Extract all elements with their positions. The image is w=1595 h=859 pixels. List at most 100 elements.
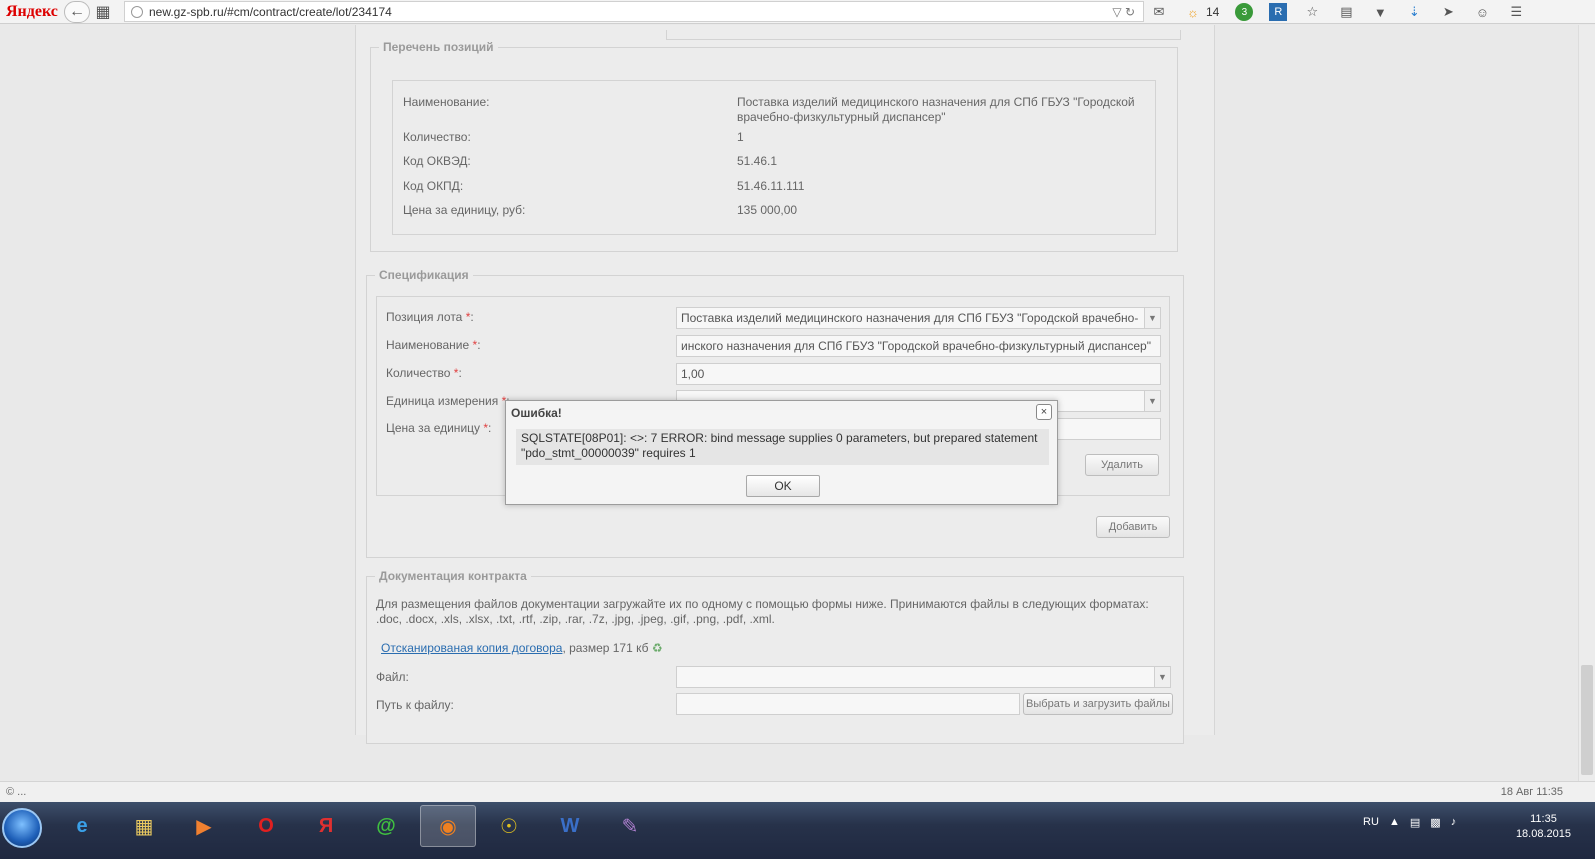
firefox-icon[interactable]: ◉ xyxy=(420,805,476,847)
counter-icon[interactable]: 3 xyxy=(1235,3,1254,21)
chat-icon[interactable]: ☺ xyxy=(1473,3,1491,21)
clipboard-icon[interactable]: ▤ xyxy=(1337,3,1355,21)
tray-icons: ▲ ▤ ▩ ♪ xyxy=(1389,816,1456,829)
name-label: Наименование *: xyxy=(386,338,481,352)
qty-label: Количество *: xyxy=(386,366,462,380)
clock-date: 18.08.2015 xyxy=(1515,828,1571,840)
lot-position-label: Позиция лота *: xyxy=(386,310,474,324)
scrollbar-thumb[interactable] xyxy=(1581,665,1593,775)
position-row-okved: Код ОКВЭД: 51.46.1 xyxy=(403,154,777,169)
paint-icon[interactable]: ✎ xyxy=(602,805,658,847)
extension-icons: ✉ ☼ 14 3 R ☆ ▤ ▼ ⇣ ➤ ☺ ☰ xyxy=(1150,0,1525,24)
dialog-title: Ошибка! xyxy=(511,406,562,420)
label-colon: : xyxy=(470,310,474,324)
qty-input[interactable]: 1,00 xyxy=(676,363,1161,385)
chevron-down-icon[interactable]: ▼ xyxy=(1144,308,1160,328)
mail-icon[interactable]: ✉ xyxy=(1150,3,1168,21)
name-input[interactable]: инского назначения для СПб ГБУЗ "Городск… xyxy=(676,335,1161,357)
back-icon[interactable]: ← xyxy=(64,0,90,23)
position-value: 51.46.1 xyxy=(737,154,778,168)
address-bar[interactable]: new.gz-spb.ru/#cm/contract/create/lot/23… xyxy=(124,1,1144,22)
price-label: Цена за единицу *: xyxy=(386,421,491,435)
form-container: Перечень позиций Наименование: Поставка … xyxy=(355,25,1215,744)
yandex-browser-icon[interactable]: Я xyxy=(298,805,354,847)
word-icon[interactable]: W xyxy=(542,805,598,847)
position-row-okpd: Код ОКПД: 51.46.11.111 xyxy=(403,179,804,194)
lot-position-select[interactable]: Поставка изделий медицинского назначения… xyxy=(676,307,1161,329)
language-indicator[interactable]: RU xyxy=(1363,816,1379,828)
close-icon[interactable]: × xyxy=(1036,404,1052,420)
status-datetime: 18 Авг 11:35 xyxy=(1500,786,1563,798)
position-label: Код ОКВЭД: xyxy=(403,154,471,168)
position-label: Код ОКПД: xyxy=(403,179,464,193)
add-button[interactable]: Добавить xyxy=(1096,516,1170,538)
error-dialog: Ошибка! × SQLSTATE[08P01]: <>: 7 ERROR: … xyxy=(505,400,1058,505)
status-bar: © ... 18 Авг 11:35 xyxy=(0,781,1595,802)
spec-legend: Спецификация xyxy=(379,268,469,282)
tray-volume-icon[interactable]: ♪ xyxy=(1451,816,1457,829)
name-label-text: Наименование xyxy=(386,338,470,352)
position-value: Поставка изделий медицинского назначения… xyxy=(737,95,1135,124)
lot-position-label-text: Позиция лота xyxy=(386,310,463,324)
bookmark-r-icon[interactable]: R xyxy=(1269,3,1288,21)
unit-label-text: Единица измерения xyxy=(386,394,499,408)
explorer-icon[interactable]: ▦ xyxy=(116,805,172,847)
clock-time: 11:35 xyxy=(1530,813,1557,825)
position-label: Количество: xyxy=(403,130,471,144)
weather-icon[interactable]: ☼ xyxy=(1184,3,1202,21)
pocket-icon[interactable]: ▼ xyxy=(1371,3,1389,21)
path-input[interactable] xyxy=(676,693,1020,715)
reload-icon[interactable]: ▽ ↻ xyxy=(1112,5,1135,19)
docs-legend: Документация контракта xyxy=(379,569,527,583)
taskbar: e ▦ ▶ O Я @ ◉ ☉ W ✎ RU ▲ ▤ ▩ ♪ 11:35 18.… xyxy=(0,802,1595,859)
price-label-text: Цена за единицу xyxy=(386,421,481,435)
chevron-down-icon[interactable]: ▼ xyxy=(1154,667,1170,687)
upload-button[interactable]: Выбрать и загрузить файлы xyxy=(1023,693,1173,715)
download-icon[interactable]: ⇣ xyxy=(1405,3,1423,21)
files-icon[interactable]: ▦ xyxy=(90,0,116,24)
unit-label: Единица измерения *: xyxy=(386,394,510,408)
send-icon[interactable]: ➤ xyxy=(1439,3,1457,21)
yandex-logo[interactable]: Яндекс xyxy=(6,3,58,21)
file-select[interactable]: ▼ xyxy=(676,666,1171,688)
position-row-qty: Количество: 1 xyxy=(403,130,744,145)
label-colon: : xyxy=(477,338,481,352)
chrome-icon[interactable]: ☉ xyxy=(481,805,537,847)
start-button[interactable] xyxy=(2,808,42,848)
doc-link[interactable]: Отсканированая копия договора xyxy=(381,641,562,655)
position-value: 51.46.11.111 xyxy=(737,179,805,193)
ie-icon[interactable]: e xyxy=(54,805,110,847)
address-url[interactable]: new.gz-spb.ru/#cm/contract/create/lot/23… xyxy=(149,5,392,19)
label-colon: : xyxy=(488,421,492,435)
tray-network-icon[interactable]: ▩ xyxy=(1430,816,1440,829)
chevron-down-icon[interactable]: ▼ xyxy=(1144,391,1160,411)
file-label: Файл: xyxy=(376,670,409,684)
position-value: 135 000,00 xyxy=(737,203,798,217)
positions-legend: Перечень позиций xyxy=(383,40,494,54)
clock[interactable]: 11:35 18.08.2015 xyxy=(1516,812,1571,842)
menu-icon[interactable]: ☰ xyxy=(1507,3,1525,21)
positions-box: Наименование: Поставка изделий медицинск… xyxy=(392,80,1156,235)
docs-fieldset: Документация контракта xyxy=(366,569,1184,744)
delete-button[interactable]: Удалить xyxy=(1085,454,1159,476)
position-label: Цена за единицу, руб: xyxy=(403,203,526,217)
previous-section-edge xyxy=(666,30,1181,40)
star-icon[interactable]: ☆ xyxy=(1303,3,1321,21)
qty-label-text: Количество xyxy=(386,366,451,380)
doc-file-entry: Отсканированая копия договора, размер 17… xyxy=(381,641,663,656)
opera-icon[interactable]: O xyxy=(238,805,294,847)
media-player-icon[interactable]: ▶ xyxy=(176,805,232,847)
position-row-price: Цена за единицу, руб: 135 000,00 xyxy=(403,203,797,218)
position-value: 1 xyxy=(737,130,744,144)
status-left: © ... xyxy=(6,786,27,798)
position-label: Наименование: xyxy=(403,95,490,109)
system-tray: RU ▲ ▤ ▩ ♪ 11:35 18.08.2015 xyxy=(1355,810,1585,850)
docs-info: Для размещения файлов документации загру… xyxy=(376,597,1149,626)
lot-position-value: Поставка изделий медицинского назначения… xyxy=(681,311,1139,325)
tray-device-icon[interactable]: ▤ xyxy=(1410,816,1420,829)
trash-icon[interactable]: ♻ xyxy=(652,641,663,655)
label-colon: : xyxy=(458,366,462,380)
mail-agent-icon[interactable]: @ xyxy=(358,805,414,847)
ok-button[interactable]: OK xyxy=(746,475,820,497)
tray-arrow-icon[interactable]: ▲ xyxy=(1389,816,1400,829)
